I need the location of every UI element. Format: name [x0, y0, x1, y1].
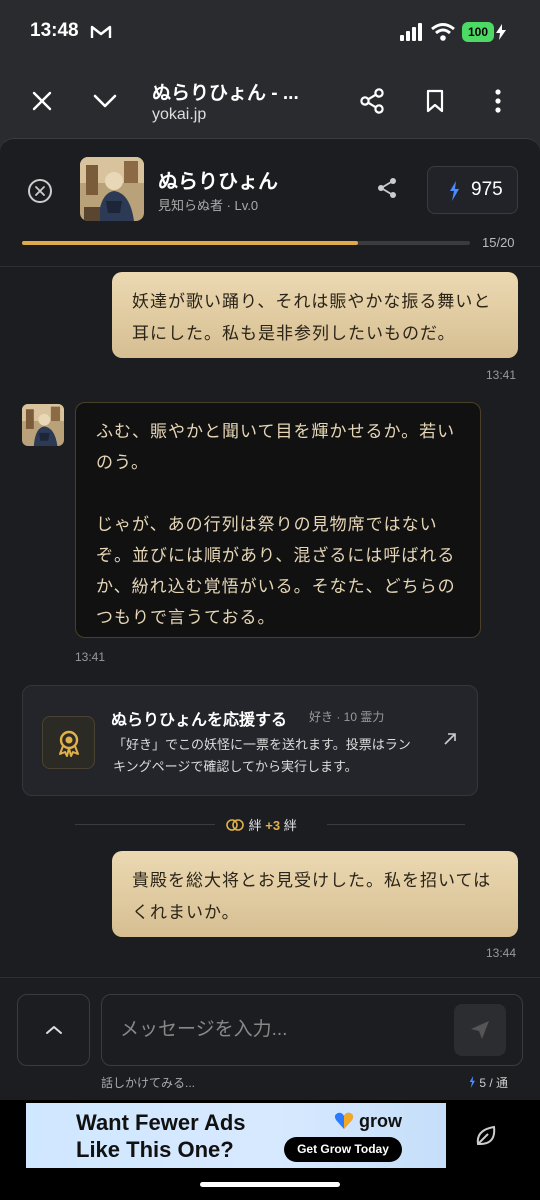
close-chat-button[interactable] — [28, 179, 52, 203]
bond-gain-label: 絆 +3 絆 — [225, 815, 297, 834]
composer-hint: 話しかけてみる... — [101, 1076, 196, 1090]
bond-progress-fill — [22, 241, 358, 245]
message-paragraph: じゃが、あの行列は祭りの見物席ではないぞ。並びには順があり、混ざるには呼ばれるか… — [96, 515, 456, 628]
ad-banner[interactable]: Want Fewer Ads Like This One? grow Get G… — [26, 1103, 446, 1168]
character-name: ぬらりひょん — [158, 171, 278, 193]
character-avatar[interactable] — [80, 157, 144, 221]
ad-cta-button[interactable]: Get Grow Today — [284, 1137, 402, 1162]
send-icon — [471, 1021, 489, 1039]
bond-unit: 絆 — [283, 818, 297, 833]
bond-rings-icon — [226, 819, 244, 831]
message-cost: 5 / 通 — [468, 1074, 508, 1091]
user-message: 貴殿を総大将とお見受けした。私を招いてはくれまいか。 — [112, 851, 518, 937]
ad-headline: Want Fewer Ads Like This One? — [76, 1109, 246, 1163]
bolt-icon — [448, 181, 460, 206]
chevron-down-icon — [93, 94, 117, 108]
character-portrait-image — [22, 404, 64, 446]
divider-line — [75, 824, 215, 825]
support-title: ぬらりひょんを応援する — [111, 712, 288, 729]
close-tab-button[interactable] — [22, 81, 62, 121]
message-paragraph: ふむ、賑やかと聞いて目を輝かせるか。若いのう。 — [96, 422, 456, 473]
charging-icon — [496, 24, 506, 45]
bond-gain-divider: 絆 +3 絆 — [75, 815, 465, 835]
page-url: yokai.jp — [152, 106, 207, 123]
message-time: 13:41 — [486, 368, 517, 382]
mail-icon — [90, 24, 112, 45]
spirit-points-badge[interactable]: 975 — [427, 166, 518, 214]
ad-headline-line: Want Fewer Ads — [76, 1110, 246, 1135]
divider-line — [327, 824, 465, 825]
share-character-button[interactable] — [376, 177, 398, 204]
support-description: 「好き」でこの妖怪に一票を送れます。投票はランキングページで確認してから実行しま… — [113, 737, 411, 774]
bolt-icon — [469, 1076, 475, 1088]
status-bar: 13:48 100 — [0, 0, 540, 64]
share-button[interactable] — [352, 81, 392, 121]
ad-brand-name: grow — [359, 1111, 403, 1131]
chat-app: ぬらりひょん 見知らぬ者 · Lv.0 975 15/20 妖達が歌い踊り、それ… — [0, 138, 540, 1100]
character-message: ふむ、賑やかと聞いて目を輝かせるか。若いのう。 じゃが、あの行列は祭りの見物席で… — [75, 402, 481, 638]
leaf-icon — [476, 1125, 496, 1145]
bookmark-icon — [426, 89, 444, 113]
bond-progress-bar — [22, 241, 470, 245]
message-cost-text: 5 / 通 — [479, 1076, 509, 1090]
close-icon — [35, 186, 45, 196]
support-character-card[interactable]: ぬらりひょんを応援する 好き · 10 霊力 「好き」でこの妖怪に一票を送れます… — [22, 685, 478, 796]
share-icon — [378, 178, 396, 198]
heart-icon — [334, 1112, 354, 1129]
more-vertical-icon — [495, 89, 501, 113]
user-message: 妖達が歌い踊り、それは賑やかな振る舞いと耳にした。私も是非参列したいものだ。 — [112, 272, 518, 358]
bond-word: 絆 — [248, 818, 262, 833]
browser-toolbar: ぬらりひょん - ... yokai.jp — [0, 64, 540, 138]
character-avatar-small — [22, 404, 64, 446]
more-options-button[interactable] — [478, 81, 518, 121]
external-arrow-icon — [443, 732, 457, 751]
leaf-button[interactable] — [468, 1118, 504, 1154]
signal-icon — [400, 23, 424, 46]
message-text: 妖達が歌い踊り、それは賑やかな振る舞いと耳にした。私も是非参列したいものだ。 — [132, 292, 492, 344]
support-cost-tag: 好き · 10 霊力 — [309, 710, 385, 724]
message-composer: 話しかけてみる... 5 / 通 — [0, 977, 540, 1101]
character-level: 見知らぬ者 · Lv.0 — [158, 198, 259, 213]
message-text: 貴殿を総大将とお見受けした。私を招いてはくれまいか。 — [132, 871, 492, 923]
chat-header: ぬらりひょん 見知らぬ者 · Lv.0 975 15/20 — [0, 139, 540, 267]
share-icon — [360, 88, 384, 114]
ad-bar: Want Fewer Ads Like This One? grow Get G… — [0, 1100, 540, 1200]
minimize-button[interactable] — [85, 81, 125, 121]
bookmark-button[interactable] — [415, 81, 455, 121]
send-button[interactable] — [454, 1004, 506, 1056]
home-indicator — [200, 1182, 340, 1187]
wifi-icon — [430, 22, 456, 47]
bond-plus: +3 — [265, 818, 281, 833]
ad-brand: grow — [334, 1111, 402, 1132]
message-time: 13:41 — [75, 650, 106, 664]
chevron-up-icon — [45, 1026, 62, 1034]
bond-progress-text: 15/20 — [482, 235, 515, 250]
close-icon — [32, 91, 52, 111]
spirit-points-value: 975 — [471, 179, 503, 200]
expand-button[interactable] — [17, 994, 90, 1066]
page-title: ぬらりひょん - ... — [152, 83, 299, 104]
support-icon — [42, 716, 95, 769]
battery-indicator: 100 — [462, 22, 494, 42]
ad-headline-line: Like This One? — [76, 1137, 234, 1162]
ribbon-badge-icon — [58, 730, 79, 757]
character-portrait-image — [80, 157, 144, 221]
status-time: 13:48 — [30, 20, 79, 41]
message-time: 13:44 — [486, 946, 517, 960]
